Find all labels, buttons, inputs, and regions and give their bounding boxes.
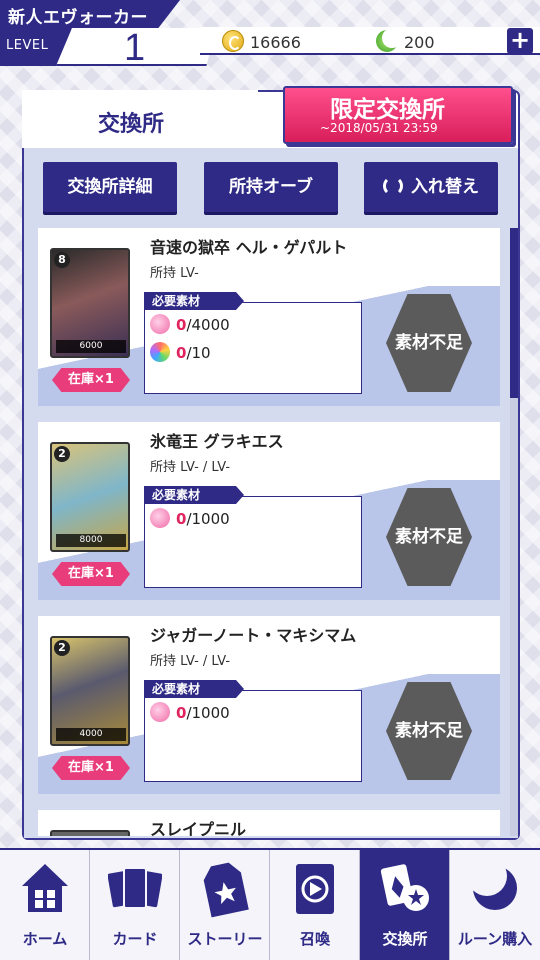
pink-orb-icon xyxy=(150,702,170,722)
material-need: /1000 xyxy=(186,704,230,722)
material-have: 0 xyxy=(176,510,187,528)
nav-home-label: ホーム xyxy=(22,930,68,948)
required-materials-label: 必要素材 xyxy=(144,680,244,698)
required-materials-label: 必要素材 xyxy=(144,486,244,504)
material-have: 0 xyxy=(176,316,187,334)
tab-limited-deadline: ~2018/05/31 23:59 xyxy=(320,121,438,135)
required-materials-label: 必要素材 xyxy=(144,292,244,310)
card-image[interactable] xyxy=(50,830,130,836)
summon-book-icon xyxy=(296,864,334,914)
stock-badge: 在庫×1 xyxy=(52,562,130,586)
exchange-icon xyxy=(380,864,429,911)
nav-exchange-label: 交換所 xyxy=(382,930,428,948)
material-need: /1000 xyxy=(186,510,230,528)
nav-story-label: ストーリー xyxy=(187,930,263,948)
material-row: 0/4000 xyxy=(150,314,230,338)
card-power: 6000 xyxy=(56,340,126,353)
card-name: スレイプニル xyxy=(150,820,247,836)
pink-orb-icon xyxy=(150,508,170,528)
player-name: 新人エヴォーカー xyxy=(8,8,148,28)
level-value: 1 xyxy=(124,27,146,69)
tab-exchange-label: 交換所 xyxy=(98,112,165,137)
owned-orbs-label: 所持オーブ xyxy=(229,177,313,197)
nav-exchange[interactable]: 交換所 xyxy=(360,850,450,960)
nav-story[interactable]: ストーリー xyxy=(180,850,270,960)
swap-icon xyxy=(383,176,403,196)
card-cost: 8 xyxy=(54,252,70,268)
card-power: 8000 xyxy=(56,534,126,547)
material-row: 0/10 xyxy=(150,342,211,366)
rainbow-orb-icon xyxy=(150,342,170,362)
card-image[interactable]: 2 8000 xyxy=(50,442,130,552)
nav-summon-label: 召喚 xyxy=(299,930,330,948)
nav-cards[interactable]: カード xyxy=(90,850,180,960)
material-need: /10 xyxy=(186,344,211,362)
story-tag-icon xyxy=(203,862,249,918)
owned-level: 所持 LV- / LV- xyxy=(150,460,231,475)
card-image[interactable]: 8 6000 xyxy=(50,248,130,358)
exchange-list: 8 6000 在庫×1 音速の獄卒 ヘル・ゲパルト 所持 LV- 必要素材 0/… xyxy=(38,226,512,836)
material-have: 0 xyxy=(176,704,187,722)
level-label: LEVEL xyxy=(6,38,49,53)
list-item[interactable]: 2 8000 在庫×1 氷竜王 グラキエス 所持 LV- / LV- 必要素材 … xyxy=(38,422,500,600)
owned-level: 所持 LV- / LV- xyxy=(150,654,231,669)
sort-label: 入れ替え xyxy=(411,177,479,197)
list-item[interactable]: 8 6000 在庫×1 音速の獄卒 ヘル・ゲパルト 所持 LV- 必要素材 0/… xyxy=(38,228,500,406)
owned-level: 所持 LV- xyxy=(150,266,199,281)
exchange-details-label: 交換所詳細 xyxy=(67,177,153,197)
stock-badge: 在庫×1 xyxy=(52,756,130,780)
list-item[interactable]: 2 4000 在庫×1 ジャガーノート・マキシマム 所持 LV- / LV- 必… xyxy=(38,616,500,794)
material-row: 0/1000 xyxy=(150,508,230,532)
nav-rune-purchase[interactable]: ルーン購入 xyxy=(450,850,540,960)
nav-summon[interactable]: 召喚 xyxy=(270,850,360,960)
material-have: 0 xyxy=(176,344,187,362)
card-name: 氷竜王 グラキエス xyxy=(150,432,284,451)
nav-home[interactable]: ホーム xyxy=(0,850,90,960)
exchange-details-button[interactable]: 交換所詳細 xyxy=(43,162,177,212)
stock-badge: 在庫×1 xyxy=(52,368,130,392)
card-image[interactable]: 2 4000 xyxy=(50,636,130,746)
card-name: 音速の獄卒 ヘル・ゲパルト xyxy=(150,238,348,257)
card-cost: 2 xyxy=(54,640,70,656)
coin-count: 16666 xyxy=(250,33,301,52)
nav-cards-label: カード xyxy=(112,930,158,948)
material-row: 0/1000 xyxy=(150,702,230,726)
card-cost: 2 xyxy=(54,446,70,462)
sort-button[interactable]: 入れ替え xyxy=(364,162,498,212)
card-power: 4000 xyxy=(56,728,126,741)
card-name: ジャガーノート・マキシマム xyxy=(150,626,357,645)
moon-stone-icon xyxy=(376,28,402,52)
add-currency-button[interactable]: + xyxy=(507,28,533,54)
list-item[interactable]: スレイプニル xyxy=(38,810,500,836)
cards-icon xyxy=(108,867,162,909)
pink-orb-icon xyxy=(150,314,170,334)
coin-icon xyxy=(222,30,244,52)
moon-stone-count: 200 xyxy=(404,33,435,52)
moon-icon xyxy=(468,858,517,910)
home-icon xyxy=(22,864,68,912)
nav-rune-purchase-label: ルーン購入 xyxy=(457,930,533,948)
material-need: /4000 xyxy=(186,316,230,334)
owned-orbs-button[interactable]: 所持オーブ xyxy=(204,162,338,212)
tab-limited-label: 限定交換所 xyxy=(330,97,445,123)
